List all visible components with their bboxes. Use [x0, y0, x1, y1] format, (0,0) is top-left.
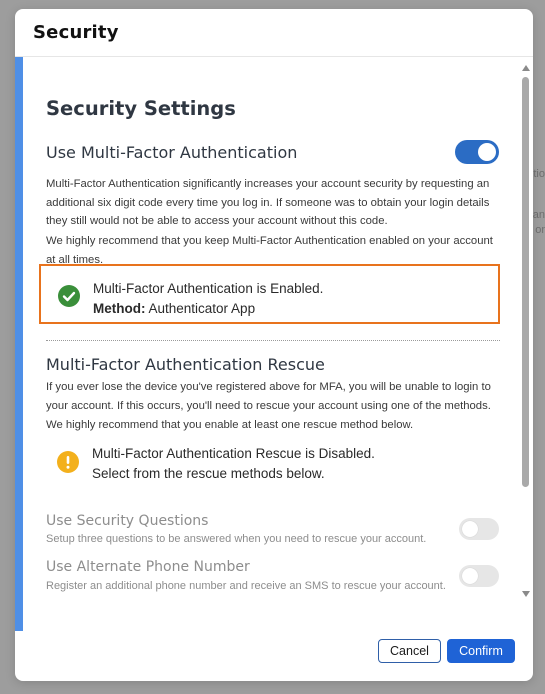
- security-questions-toggle[interactable]: [459, 518, 499, 540]
- section-title: Security Settings: [46, 97, 236, 120]
- scrollbar-thumb[interactable]: [522, 77, 529, 487]
- backdrop-text-3: or: [535, 224, 545, 236]
- modal-body[interactable]: Security Settings Use Multi-Factor Authe…: [15, 57, 533, 631]
- mfa-enabled-text: Multi-Factor Authentication is Enabled.: [93, 281, 324, 296]
- mfa-method-line: Method: Authenticator App: [93, 299, 323, 319]
- mfa-toggle[interactable]: [455, 140, 499, 164]
- scroll-up-arrow-icon[interactable]: [522, 65, 530, 71]
- toggle-knob: [462, 521, 478, 537]
- mfa-status-text: Multi-Factor Authentication is Enabled. …: [93, 279, 323, 319]
- exclamation-circle-icon: [57, 451, 79, 473]
- alternate-phone-toggle[interactable]: [459, 565, 499, 587]
- security-questions-label: Use Security Questions: [46, 513, 209, 529]
- modal-header: Security: [15, 9, 533, 57]
- backdrop-text-1: tio: [533, 168, 545, 180]
- toggle-knob: [478, 143, 496, 161]
- modal-title: Security: [33, 22, 119, 43]
- rescue-status-text: Multi-Factor Authentication Rescue is Di…: [92, 444, 375, 484]
- check-circle-icon: [58, 285, 80, 307]
- modal-footer: Cancel Confirm: [15, 631, 533, 681]
- section-divider: [46, 340, 500, 341]
- security-modal: Security Security Settings Use Multi-Fac…: [15, 9, 533, 681]
- mfa-status-box: Multi-Factor Authentication is Enabled. …: [39, 264, 500, 324]
- rescue-heading: Multi-Factor Authentication Rescue: [46, 355, 325, 374]
- rescue-disabled-text: Multi-Factor Authentication Rescue is Di…: [92, 446, 375, 461]
- scroll-down-arrow-icon[interactable]: [522, 591, 530, 597]
- mfa-label: Use Multi-Factor Authentication: [46, 143, 298, 162]
- confirm-button[interactable]: Confirm: [447, 639, 515, 663]
- mfa-description: Multi-Factor Authentication significantl…: [46, 178, 490, 227]
- alternate-phone-description: Register an additional phone number and …: [46, 580, 446, 592]
- security-questions-description: Setup three questions to be answered whe…: [46, 533, 427, 545]
- cancel-button[interactable]: Cancel: [378, 639, 441, 663]
- rescue-description: If you ever lose the device you've regis…: [46, 381, 491, 412]
- toggle-knob: [462, 568, 478, 584]
- alternate-phone-label: Use Alternate Phone Number: [46, 559, 250, 575]
- backdrop-text-2: an: [532, 209, 545, 221]
- method-label: Method:: [93, 301, 146, 316]
- method-value: Authenticator App: [148, 301, 256, 316]
- rescue-recommendation: We highly recommend that you enable at l…: [46, 419, 414, 431]
- scrollbar[interactable]: [521, 65, 531, 597]
- rescue-select-hint: Select from the rescue methods below.: [92, 466, 325, 481]
